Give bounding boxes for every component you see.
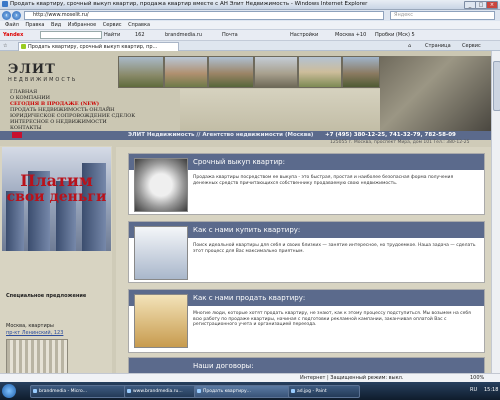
yandex-logo[interactable]: Yandex: [3, 31, 23, 39]
menu-file[interactable]: Файл: [5, 21, 19, 29]
header-photo: [342, 56, 380, 88]
clock-money-image: [134, 158, 188, 212]
status-bar: Интернет | Защищенный режим: выкл. 100%: [0, 373, 500, 382]
special-offer-title: Специальное предложение: [6, 293, 87, 299]
toolbar-search-input[interactable]: [40, 31, 102, 39]
header-photo: [164, 56, 208, 88]
menu-view[interactable]: Вид: [51, 21, 61, 29]
card-buy-apartment: Как с нами купить квартиру: Поиск идеаль…: [128, 221, 485, 283]
window-title: Продать квартиру, срочный выкуп квартир,…: [10, 1, 368, 7]
site-logo[interactable]: ЭЛИТ НЕДВИЖИМОСТЬ: [8, 63, 108, 89]
menu-favorites[interactable]: Избранное: [68, 21, 96, 29]
address-bar-row: ‹ › http://www.moselit.ru/ Яндекс: [0, 10, 500, 21]
header-city-image: [380, 56, 491, 131]
tab-title: Продать квартиру, срочный выкуп квартир,…: [28, 44, 158, 50]
card-text: Продажа квартиры посредством ее выкупа -…: [193, 175, 454, 186]
url-input[interactable]: http://www.moselit.ru/: [24, 11, 384, 20]
favorites-star-icon[interactable]: ☆: [3, 42, 7, 50]
card-title[interactable]: Наши договоры:: [193, 362, 254, 370]
toolbar-mail-button[interactable]: Почта: [222, 31, 238, 39]
web-page: ЭЛИТ НЕДВИЖИМОСТЬ ГЛАВНАЯ О КОМПАНИИ СЕГ…: [0, 51, 491, 373]
banner-line1: Платим: [20, 171, 93, 190]
security-zone: Интернет | Защищенный режим: выкл.: [300, 375, 404, 381]
menu-tools[interactable]: Сервис: [103, 21, 122, 29]
offer-link[interactable]: пр-кт Ленинский, 123: [6, 330, 63, 336]
home-icon[interactable]: ⌂: [408, 42, 411, 50]
card-title[interactable]: Как с нами купить квартиру:: [193, 226, 300, 234]
back-arrow-icon[interactable]: ‹: [2, 11, 11, 20]
offer-city: Москва, квартиры: [6, 323, 54, 329]
forward-arrow-icon[interactable]: ›: [12, 11, 21, 20]
tools-menu[interactable]: Сервис: [462, 42, 481, 50]
header-photo: [298, 56, 342, 88]
card-title[interactable]: Как с нами продать квартиру:: [193, 294, 305, 302]
favicon-icon: [21, 44, 26, 49]
taskbar-item-active[interactable]: Продать квартиру...: [194, 385, 292, 398]
window-titlebar: Продать квартиру, срочный выкуп квартир,…: [0, 0, 500, 10]
start-button[interactable]: [2, 384, 16, 398]
logo-text: ЭЛИТ: [8, 62, 56, 77]
menu-bar: Файл Правка Вид Избранное Сервис Справка: [0, 21, 500, 30]
language-indicator[interactable]: RU: [470, 385, 477, 396]
header-photo: [254, 56, 298, 88]
toolbar-weather[interactable]: Москва +10: [335, 31, 366, 39]
scroll-thumb[interactable]: [493, 61, 500, 111]
card-title[interactable]: Срочный выкуп квартир:: [193, 158, 285, 166]
logo-subtext: НЕДВИЖИМОСТЬ: [8, 77, 78, 83]
site-nav: ГЛАВНАЯ О КОМПАНИИ СЕГОДНЯ В ПРОДАЖЕ (NE…: [10, 89, 135, 131]
page-menu[interactable]: Страница: [425, 42, 451, 50]
offer-building-image[interactable]: [6, 339, 68, 373]
banner-line2: свои деньги: [6, 189, 107, 205]
brand-bar: ЭЛИТ Недвижимость // Агентство недвижимо…: [0, 131, 491, 140]
close-button[interactable]: ×: [486, 1, 498, 9]
header-photo: [118, 56, 164, 88]
taskbar-item[interactable]: www.brandmedia.ru...: [124, 385, 198, 398]
toolbar-traffic[interactable]: Пробки (Мск) 5: [375, 31, 415, 39]
taskbar-item[interactable]: brandmedia - Micro...: [30, 385, 128, 398]
card-text: Многие люди, которые хотят продать кварт…: [193, 311, 471, 327]
ie-icon: [2, 1, 8, 7]
site-header: ЭЛИТ НЕДВИЖИМОСТЬ ГЛАВНАЯ О КОМПАНИИ СЕГ…: [0, 51, 491, 131]
taskbar-item[interactable]: ad.jpg - Paint: [288, 385, 360, 398]
menu-edit[interactable]: Правка: [25, 21, 44, 29]
tab-bar: ☆ Продать квартиру, срочный выкуп кварти…: [0, 41, 500, 51]
browser-tab[interactable]: Продать квартиру, срочный выкуп квартир,…: [18, 42, 179, 51]
header-house-image: [180, 89, 380, 131]
taskbar: brandmedia - Micro... www.brandmedia.ru.…: [0, 382, 500, 400]
zoom-level[interactable]: 100%: [470, 374, 484, 382]
card-urgent-buyout: Срочный выкуп квартир: Продажа квартиры …: [128, 153, 485, 215]
sell-image: [134, 294, 188, 348]
brand-line: ЭЛИТ Недвижимость // Агентство недвижимо…: [128, 132, 314, 138]
menu-help[interactable]: Справка: [128, 21, 150, 29]
search-input[interactable]: Яндекс: [390, 11, 495, 20]
clock[interactable]: 15:18: [484, 385, 498, 396]
vertical-scrollbar[interactable]: [491, 51, 500, 373]
yandex-toolbar: Yandex Найти 162 brandmedia.ru Почта Нас…: [0, 30, 500, 41]
card-sell-apartment: Как с нами продать квартиру: Многие люди…: [128, 289, 485, 353]
phone-numbers: +7 (495) 380-12-25, 741-32-79, 782-58-09: [325, 132, 456, 138]
card-text: Поиск идеальной квартиры для себя и свои…: [193, 243, 476, 254]
toolbar-find-button[interactable]: Найти: [104, 31, 120, 39]
header-photo: [208, 56, 254, 88]
toolbar-site-link[interactable]: brandmedia.ru: [165, 31, 202, 39]
toolbar-settings-button[interactable]: Настройки: [290, 31, 318, 39]
toolbar-count[interactable]: 162: [135, 31, 145, 39]
office-address: 125055 г. Москва, проспект Мира, дом 101…: [330, 140, 470, 145]
card-contracts: Наши договоры:: [128, 357, 485, 373]
uk-flag-icon[interactable]: [12, 132, 22, 138]
buy-image: [134, 226, 188, 280]
promo-banner[interactable]: Платим свои деньги: [2, 147, 111, 251]
